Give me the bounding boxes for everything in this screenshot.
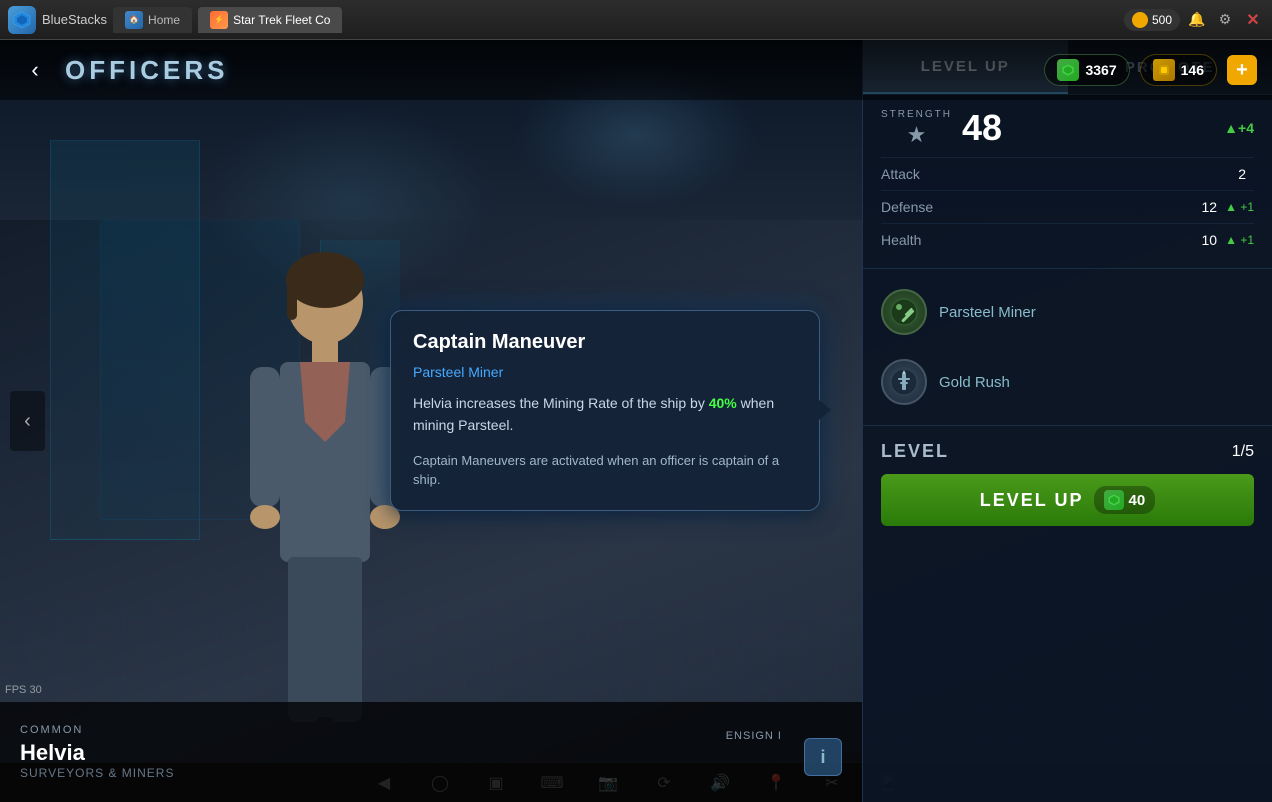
strength-label: STRENGTH [881,109,952,120]
game-topbar: ‹ OFFICERS 3367 146 [0,40,1272,100]
level-up-button[interactable]: LEVEL UP 40 [881,474,1254,526]
parsteel-miner-label: Parsteel Miner [939,304,1036,321]
stat-defense-value: 12 [1202,199,1218,215]
ability-gold-rush[interactable]: Gold Rush [863,347,1272,417]
strength-star-col: STRENGTH ★ [881,109,952,148]
popup-arrow [819,400,831,420]
bluestacks-title: BlueStacks [42,12,107,27]
home-tab-icon: 🏠 [125,11,143,29]
officer-info: COMMON Helvia SURVEYORS & MINERS [20,724,174,780]
info-button[interactable]: i [804,738,842,776]
green-resource-amount: 3367 [1085,62,1116,78]
gold-rush-icon-inner [888,366,920,398]
officer-name: Helvia [20,740,174,766]
stats-section: STRENGTH ★ 48 ▲+4 Attack 2 Defense 12 ▲ … [863,95,1272,269]
green-resource-icon [1057,59,1079,81]
game-tab-label: Star Trek Fleet Co [233,13,330,27]
coin-amount: 500 [1152,13,1172,27]
bluestacks-logo [8,6,36,34]
officer-rank-value: ENSIGN I [726,730,782,742]
level-up-cost: 40 [1094,486,1156,514]
strength-change: ▲+4 [1224,120,1254,136]
green-resource-pill: 3367 [1044,54,1129,86]
add-resource-button[interactable]: + [1227,55,1257,85]
stat-defense-change: ▲ +1 [1225,200,1254,214]
officer-bar: COMMON Helvia SURVEYORS & MINERS ENSIGN … [0,702,862,802]
coin-icon [1132,12,1148,28]
parsteel-miner-icon [881,289,927,335]
settings-icon[interactable]: ⚙ [1214,9,1236,31]
ability-parsteel-miner[interactable]: Parsteel Miner [863,277,1272,347]
stat-health-label: Health [881,232,1202,248]
top-resources: 3367 146 + [1044,54,1257,86]
home-tab[interactable]: 🏠 Home [113,7,192,33]
stat-health-value: 10 [1202,232,1218,248]
game-tab-icon: ⚡ [210,11,228,29]
officer-type: SURVEYORS & MINERS [20,766,174,780]
popup-title: Captain Maneuver [413,331,797,354]
stat-row-defense: Defense 12 ▲ +1 [881,190,1254,223]
strength-row: STRENGTH ★ 48 ▲+4 [881,107,1254,149]
level-up-cost-number: 40 [1129,492,1146,509]
gold-resource-amount: 146 [1181,62,1204,78]
highlight-percent: 40% [709,395,737,411]
fps-value: 30 [29,684,41,696]
stat-row-health: Health 10 ▲ +1 [881,223,1254,256]
parsteel-miner-icon-inner [888,296,920,328]
coin-display: 500 [1124,9,1180,31]
gold-resource-pill: 146 [1140,54,1217,86]
close-button[interactable]: ✕ [1242,9,1264,31]
fps-display: FPS 30 [5,684,42,696]
left-nav-arrow[interactable]: ‹ [10,391,45,451]
level-label: LEVEL [881,441,1232,462]
notification-icon[interactable]: 🔔 [1186,9,1208,31]
level-section: LEVEL 1/5 LEVEL UP 40 [863,426,1272,541]
popup-subtitle: Parsteel Miner [413,364,797,380]
gold-resource-icon [1153,59,1175,81]
bluestacks-topbar: BlueStacks 🏠 Home ⚡ Star Trek Fleet Co 5… [0,0,1272,40]
popup-note: Captain Maneuvers are activated when an … [413,451,797,490]
page-title: OFFICERS [65,55,228,86]
strength-value: 48 [962,107,1002,149]
home-tab-label: Home [148,13,180,27]
right-panel: LEVEL UP PROMOTE STRENGTH ★ 48 ▲+4 Attac… [862,40,1272,802]
game-area: ‹ OFFICERS 3367 146 [0,40,1272,802]
back-button[interactable]: ‹ [15,50,55,90]
gold-rush-label: Gold Rush [939,374,1010,391]
level-value: 1/5 [1232,443,1254,461]
level-up-cost-icon [1104,490,1124,510]
stat-row-attack: Attack 2 [881,157,1254,190]
abilities-section: Parsteel Miner [863,269,1272,426]
gold-rush-icon [881,359,927,405]
game-tab[interactable]: ⚡ Star Trek Fleet Co [198,7,342,33]
level-up-button-label: LEVEL UP [980,490,1084,511]
stat-attack-label: Attack [881,166,1238,182]
captain-maneuver-popup: Captain Maneuver Parsteel Miner Helvia i… [390,310,820,511]
fps-label: FPS [5,684,26,696]
stat-health-change: ▲ +1 [1225,233,1254,247]
popup-body: Helvia increases the Mining Rate of the … [413,392,797,437]
strength-star-icon: ★ [907,122,927,148]
level-row: LEVEL 1/5 [881,441,1254,462]
officer-rank: COMMON [20,724,174,736]
stat-attack-value: 2 [1238,166,1246,182]
stat-defense-label: Defense [881,199,1202,215]
